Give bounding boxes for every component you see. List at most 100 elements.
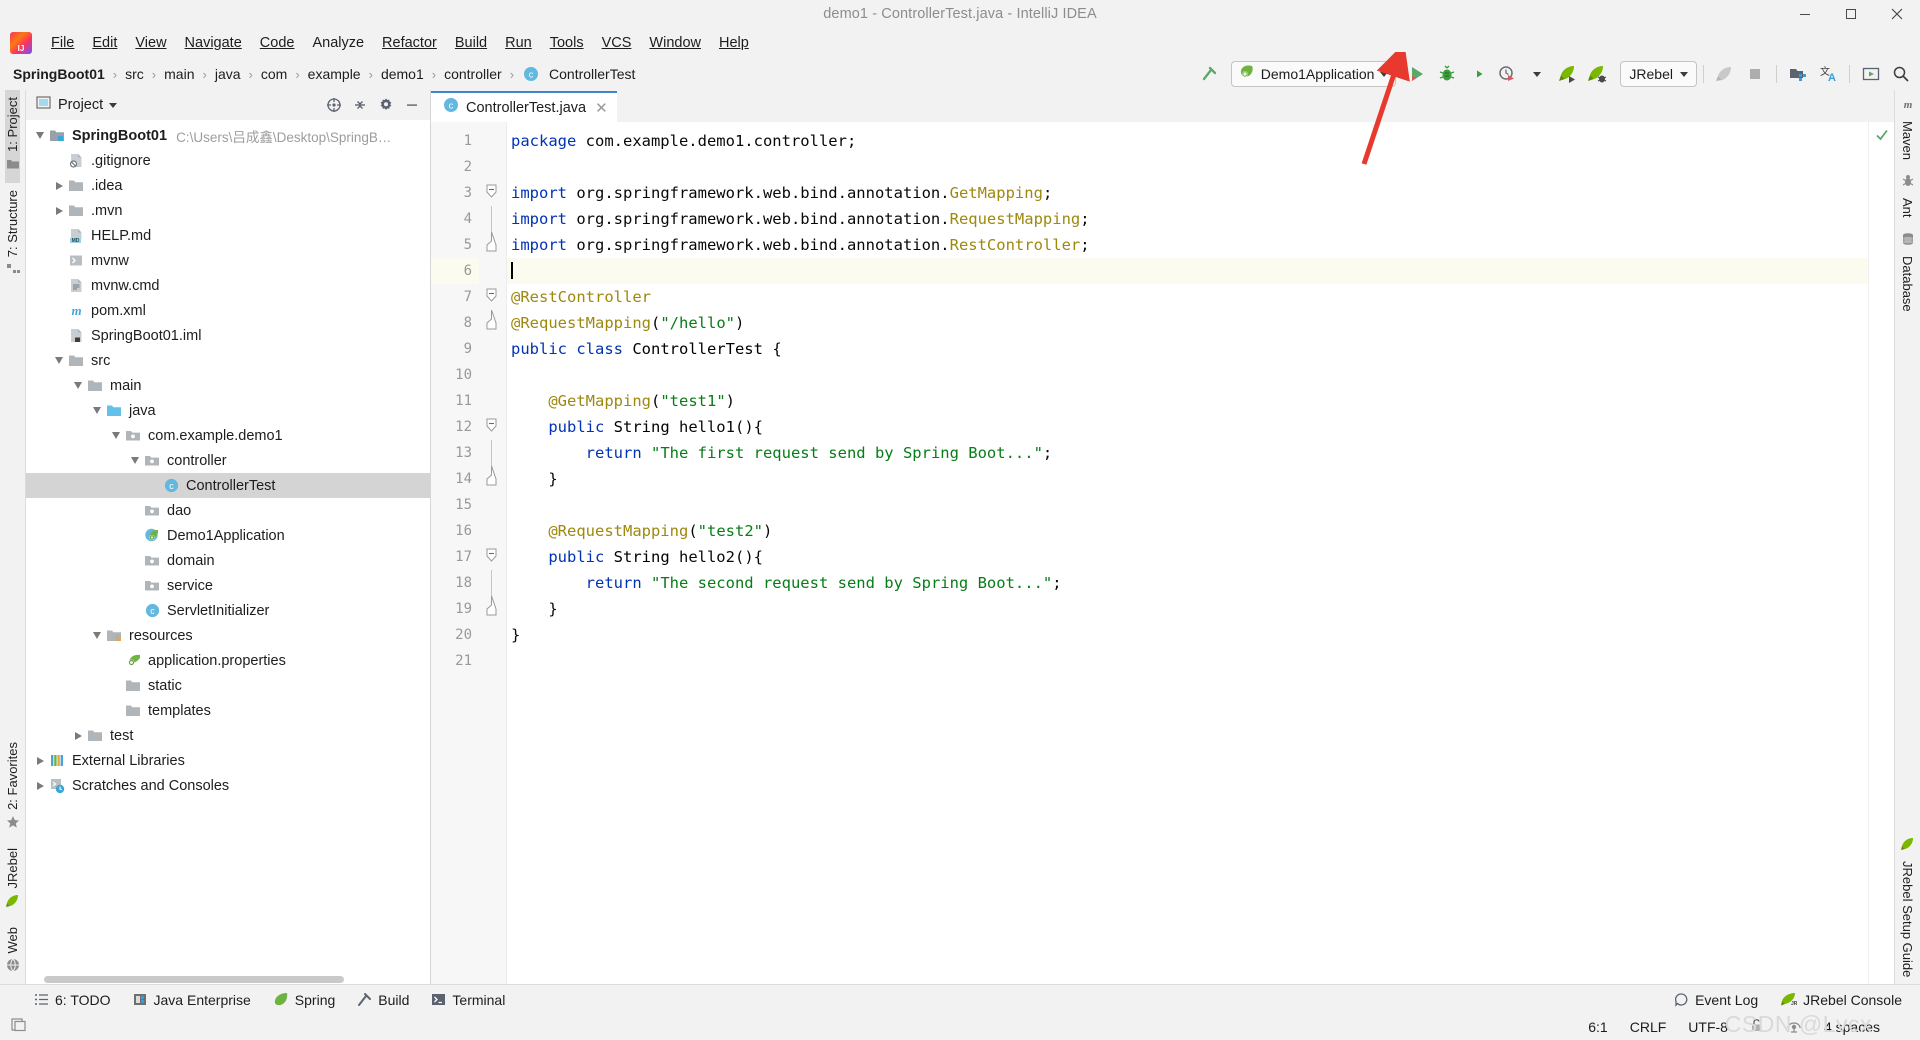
fold-marker-line-4[interactable] bbox=[479, 206, 506, 232]
code-line-1[interactable]: package com.example.demo1.controller; bbox=[507, 128, 1868, 154]
code-line-4[interactable]: import org.springframework.web.bind.anno… bbox=[507, 206, 1868, 232]
profiler-button[interactable] bbox=[1492, 61, 1522, 87]
debug-button[interactable] bbox=[1432, 61, 1462, 87]
tree-node-idea[interactable]: .idea bbox=[26, 173, 430, 198]
jrebel-debug-button[interactable] bbox=[1582, 61, 1612, 87]
line-separator[interactable]: CRLF bbox=[1630, 1019, 1667, 1035]
tree-twisty-closed[interactable] bbox=[32, 781, 48, 790]
profiler-dropdown[interactable] bbox=[1522, 61, 1552, 87]
tree-node-mvn[interactable]: .mvn bbox=[26, 198, 430, 223]
tool-window-event-log[interactable]: Event Log bbox=[1674, 992, 1758, 1008]
sidebar-item-structure[interactable]: 7: Structure bbox=[5, 183, 20, 288]
fold-marker-line-7[interactable] bbox=[479, 284, 506, 310]
tree-node-controller[interactable]: controller bbox=[26, 448, 430, 473]
select-opened-file-icon[interactable] bbox=[322, 93, 346, 117]
line-number-9[interactable]: 9 bbox=[431, 336, 495, 362]
code-line-18[interactable]: return "The second request send by Sprin… bbox=[507, 570, 1868, 596]
line-number-12[interactable]: 12 bbox=[431, 414, 495, 440]
menu-refactor[interactable]: Refactor bbox=[373, 32, 446, 54]
tool-window-jrebel-console[interactable]: JR JRebel Console bbox=[1780, 992, 1902, 1008]
tree-twisty-open[interactable] bbox=[51, 357, 67, 364]
tree-node-resources[interactable]: resources bbox=[26, 623, 430, 648]
sidebar-item-maven[interactable]: m Maven bbox=[1900, 90, 1915, 167]
tree-node-gitignore[interactable]: .gitignore bbox=[26, 148, 430, 173]
tool-window-terminal[interactable]: Terminal bbox=[431, 992, 505, 1008]
tree-twisty-closed[interactable] bbox=[51, 181, 67, 190]
line-number-2[interactable]: 2 bbox=[431, 154, 479, 180]
fold-marker-line-17[interactable] bbox=[479, 544, 506, 570]
code-line-19[interactable]: } bbox=[507, 596, 1868, 622]
line-number-10[interactable]: 10 bbox=[431, 362, 479, 388]
translate-icon[interactable]: 文A bbox=[1813, 61, 1843, 87]
tree-node-mvnw[interactable]: mvnw bbox=[26, 248, 430, 273]
project-structure-icon[interactable] bbox=[1783, 61, 1813, 87]
jrebel-selector[interactable]: JRebel bbox=[1620, 61, 1697, 87]
chevron-down-icon[interactable] bbox=[109, 102, 118, 108]
line-number-14[interactable]: 14 bbox=[431, 466, 479, 492]
fold-marker-line-14[interactable] bbox=[479, 466, 506, 492]
tool-window-todo[interactable]: 6: TODO bbox=[34, 992, 111, 1008]
tree-node-demo1application[interactable]: Demo1Application bbox=[26, 523, 430, 548]
code-line-17[interactable]: public String hello2(){ bbox=[507, 544, 1868, 570]
collapse-all-icon[interactable] bbox=[348, 93, 372, 117]
menu-edit[interactable]: Edit bbox=[83, 32, 126, 54]
tree-node-scratches-and-consoles[interactable]: Scratches and Consoles bbox=[26, 773, 430, 798]
tree-node-pom-xml[interactable]: m pom.xml bbox=[26, 298, 430, 323]
menu-run[interactable]: Run bbox=[496, 32, 541, 54]
breadcrumb-item-src[interactable]: src bbox=[122, 65, 147, 83]
tree-twisty-closed[interactable] bbox=[32, 756, 48, 765]
menu-file[interactable]: File bbox=[42, 32, 83, 54]
sidebar-item-database[interactable]: Database bbox=[1900, 225, 1915, 319]
sidebar-item-jrebel[interactable]: JRebel bbox=[5, 841, 20, 919]
tree-node-domain[interactable]: domain bbox=[26, 548, 430, 573]
line-number-16[interactable]: 16 bbox=[431, 518, 479, 544]
breadcrumb-item-example[interactable]: example bbox=[305, 65, 364, 83]
menu-code[interactable]: Code bbox=[251, 32, 304, 54]
search-everywhere-icon[interactable] bbox=[1886, 61, 1916, 87]
menu-tools[interactable]: Tools bbox=[541, 32, 593, 54]
line-number-3[interactable]: 3 bbox=[431, 180, 479, 206]
run-button[interactable] bbox=[1402, 61, 1432, 87]
memory-indicator-icon[interactable] bbox=[10, 1016, 27, 1038]
line-number-20[interactable]: 20 bbox=[431, 622, 479, 648]
close-icon[interactable]: ✕ bbox=[595, 99, 608, 117]
code-line-10[interactable] bbox=[507, 362, 1868, 388]
code-line-13[interactable]: return "The first request send by Spring… bbox=[507, 440, 1868, 466]
code-line-14[interactable]: } bbox=[507, 466, 1868, 492]
tree-node-service[interactable]: service bbox=[26, 573, 430, 598]
line-number-7[interactable]: 7 bbox=[431, 284, 479, 310]
line-number-4[interactable]: 4 bbox=[431, 206, 479, 232]
line-number-19[interactable]: 19 bbox=[431, 596, 479, 622]
indent-setting[interactable]: 4 spaces bbox=[1824, 1019, 1880, 1035]
line-number-1[interactable]: 1 bbox=[431, 128, 479, 154]
tree-twisty-open[interactable] bbox=[127, 457, 143, 464]
tab-controllertest-java[interactable]: c ControllerTest.java ✕ bbox=[431, 91, 617, 122]
project-tree[interactable]: SpringBoot01 C:\Users\吕成鑫\Desktop\SpringB… bbox=[26, 120, 430, 984]
menu-vcs[interactable]: VCS bbox=[593, 32, 641, 54]
code-line-20[interactable]: } bbox=[507, 622, 1868, 648]
tree-twisty-open[interactable] bbox=[108, 432, 124, 439]
jrebel-run-button[interactable] bbox=[1552, 61, 1582, 87]
close-button[interactable] bbox=[1874, 0, 1920, 28]
breadcrumb-item-main[interactable]: main bbox=[161, 65, 197, 83]
fold-marker-line-19[interactable] bbox=[479, 596, 506, 622]
code-line-7[interactable]: @RestController bbox=[507, 284, 1868, 310]
tree-twisty-open[interactable] bbox=[89, 407, 105, 414]
menu-view[interactable]: View bbox=[126, 32, 175, 54]
chevron-down-icon[interactable] bbox=[1380, 71, 1389, 77]
line-number-21[interactable]: 21 bbox=[431, 648, 479, 674]
run-with-coverage-button[interactable] bbox=[1462, 61, 1492, 87]
line-number-15[interactable]: 15 bbox=[431, 492, 479, 518]
menu-navigate[interactable]: Navigate bbox=[176, 32, 251, 54]
breadcrumb-item-controllertest[interactable]: ControllerTest bbox=[546, 65, 638, 83]
breadcrumb-item-project[interactable]: SpringBoot01 bbox=[10, 65, 108, 83]
sidebar-item-ant[interactable]: Ant bbox=[1900, 167, 1915, 225]
tree-twisty-closed[interactable] bbox=[51, 206, 67, 215]
chevron-down-icon[interactable] bbox=[1680, 71, 1688, 77]
tree-node-springboot01[interactable]: SpringBoot01 C:\Users\吕成鑫\Desktop\SpringB… bbox=[26, 123, 430, 148]
menu-help[interactable]: Help bbox=[710, 32, 758, 54]
breadcrumb-item-java[interactable]: java bbox=[212, 65, 244, 83]
settings-gear-icon[interactable] bbox=[374, 93, 398, 117]
fold-marker-line-18[interactable] bbox=[479, 570, 506, 596]
code-line-21[interactable] bbox=[507, 648, 1868, 674]
